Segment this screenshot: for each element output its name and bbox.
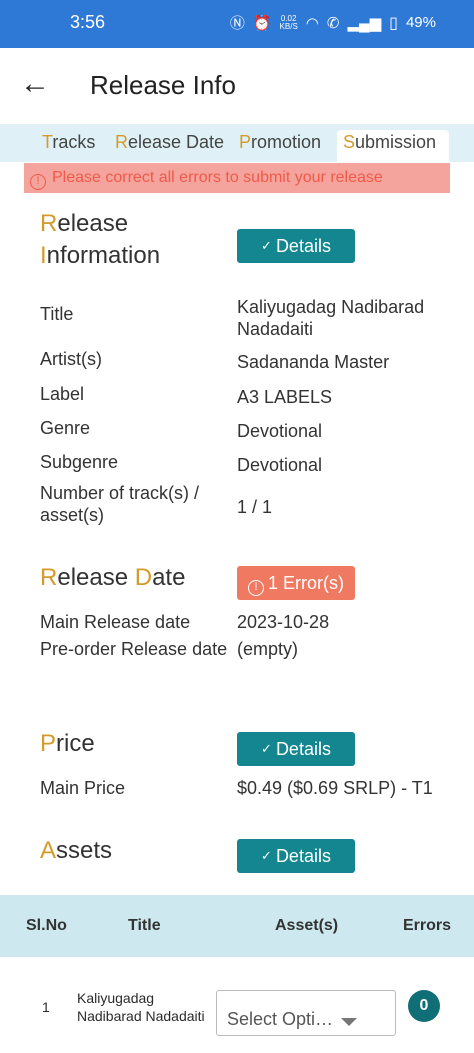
alert-circle-icon: !: [248, 580, 264, 596]
genre-label: Genre: [40, 418, 91, 438]
error-banner-text: Please correct all errors to submit your…: [52, 169, 383, 186]
battery-percent: 49%: [405, 14, 436, 31]
main-release-date-value: 2023-10-28: [237, 612, 330, 632]
battery-icon: ▯: [389, 14, 398, 32]
call-icon: ✆: [326, 14, 340, 32]
subgenre-label: Subgenre: [40, 452, 119, 472]
artist-label: Artist(s): [40, 349, 102, 369]
chevron-down-icon: ✓: [261, 741, 272, 756]
artist-value: Sadananda Master: [237, 352, 390, 372]
col-assets: Asset(s): [275, 917, 339, 934]
status-bar: 3:56 Ⓝ ⏰ 0.02 KB/S ◠ ✆ ▂▄▆ ▯ 49%: [0, 0, 474, 48]
errors-label: 1 Error(s): [268, 573, 344, 593]
label-value: A3 LABELS: [237, 387, 333, 407]
assets-details-button[interactable]: ✓ Details: [237, 839, 355, 873]
details-label: Details: [275, 846, 331, 866]
title-value: Kaliyugadag Nadibarad Nadadaiti: [237, 297, 425, 339]
net-speed-unit: KB/S: [279, 21, 298, 31]
tab-tracks[interactable]: Tracks: [36, 130, 101, 162]
track-count-label: Number of track(s) / asset(s): [40, 483, 200, 525]
nfc-icon: Ⓝ: [229, 15, 245, 32]
heading-text: ssets: [56, 837, 113, 864]
signal-icon: ▂▄▆: [347, 14, 382, 32]
error-banner: ! Please correct all errors to submit you…: [24, 163, 450, 193]
col-errors: Errors: [403, 917, 452, 934]
heading-text: elease: [57, 564, 135, 591]
preorder-date-label: Pre-order Release date: [40, 639, 228, 659]
tab-submission-label: ubmission: [355, 132, 437, 152]
tab-tracks-label: racks: [52, 132, 96, 152]
assets-table-header: Sl.No Title Asset(s) Errors: [0, 895, 474, 957]
back-arrow-icon[interactable]: ←: [20, 69, 50, 100]
release-date-heading: Release Date: [40, 562, 185, 594]
title-label: Title: [40, 304, 74, 324]
release-info-details-button[interactable]: ✓ Details: [237, 229, 355, 263]
heading-initial: I: [40, 242, 47, 269]
page-title: Release Info: [90, 70, 236, 100]
heading-text: rice: [56, 730, 95, 757]
track-count-value: 1 / 1: [237, 497, 273, 517]
details-label: Details: [275, 739, 331, 759]
chevron-down-icon: ✓: [261, 238, 272, 253]
col-slno: Sl.No: [26, 917, 67, 934]
status-icons: Ⓝ ⏰ 0.02 KB/S ◠ ✆ ▂▄▆ ▯ 49%: [230, 12, 436, 33]
app-bar: ← Release Info: [0, 48, 474, 124]
subgenre-value: Devotional: [237, 455, 323, 475]
price-heading: Price: [40, 728, 95, 760]
errors-count-badge: 0: [408, 990, 440, 1022]
status-time: 3:56: [70, 12, 106, 32]
col-title: Title: [128, 917, 161, 934]
preorder-date-value: (empty): [237, 639, 299, 659]
label-label: Label: [40, 384, 85, 404]
heading-text: nformation: [46, 242, 161, 269]
tab-release-date[interactable]: Release Date: [109, 130, 230, 162]
tab-promotion[interactable]: Promotion: [233, 130, 327, 162]
price-details-button[interactable]: ✓ Details: [237, 732, 355, 766]
table-row: 1 Kaliyugadag Nadibarad Nadadaiti Select…: [0, 957, 474, 1053]
tab-release-date-label: elease Date: [128, 132, 225, 152]
tab-release-date-initial: R: [115, 132, 128, 152]
heading-initial: R: [40, 210, 58, 237]
caret-down-icon: [341, 1018, 357, 1026]
row-slno: 1: [42, 999, 50, 1015]
tab-bar: Tracks Release Date Promotion Submission: [0, 124, 474, 162]
asset-select-value: Select Opti…: [227, 1009, 334, 1029]
release-date-errors-button[interactable]: ! 1 Error(s): [237, 566, 355, 600]
assets-heading: Assets: [40, 835, 112, 867]
heading-text: elease: [57, 210, 129, 237]
heading-initial: D: [134, 564, 153, 591]
asset-select[interactable]: Select Opti…: [216, 990, 396, 1036]
tab-tracks-initial: T: [42, 132, 53, 152]
heading-initial: A: [40, 837, 57, 864]
heading-text: ate: [152, 564, 186, 591]
main-price-label: Main Price: [40, 778, 126, 798]
row-title: Kaliyugadag Nadibarad Nadadaiti: [77, 990, 205, 1024]
net-speed: 0.02 KB/S: [279, 14, 298, 31]
alert-circle-icon: !: [30, 174, 46, 190]
heading-initial: R: [40, 564, 58, 591]
tab-promotion-label: romotion: [251, 132, 322, 152]
wifi-icon: ◠: [305, 14, 319, 32]
details-label: Details: [275, 236, 331, 256]
release-information-heading: Release Information: [40, 208, 160, 272]
tab-submission[interactable]: Submission: [337, 130, 449, 162]
main-release-date-label: Main Release date: [40, 612, 191, 632]
heading-initial: P: [40, 730, 57, 757]
genre-value: Devotional: [237, 421, 323, 441]
alarm-icon: ⏰: [252, 14, 272, 32]
tab-promotion-initial: P: [239, 132, 252, 152]
tab-submission-initial: S: [343, 132, 356, 152]
main-price-value: $0.49 ($0.69 SRLP) - T1: [237, 778, 433, 798]
chevron-down-icon: ✓: [261, 848, 272, 863]
